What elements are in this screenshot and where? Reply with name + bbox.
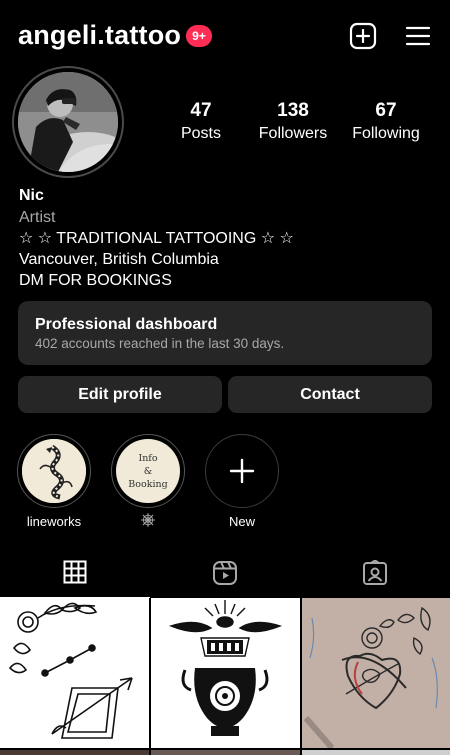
- highlight-cover-info-booking: Info & Booking: [116, 439, 180, 503]
- notification-badge[interactable]: 9+: [186, 25, 212, 47]
- content-tabs: [0, 552, 450, 598]
- tab-grid[interactable]: [0, 552, 150, 598]
- profile-category: Artist: [19, 209, 56, 226]
- posts-grid: [0, 598, 450, 755]
- highlight-ring: Info & Booking: [111, 434, 185, 508]
- followers-label: Followers: [258, 125, 328, 142]
- highlight-lineworks[interactable]: lineworks: [16, 434, 92, 530]
- grid-icon: [63, 560, 87, 589]
- highlight-label: [110, 512, 186, 532]
- posts-stat[interactable]: 47 Posts: [156, 99, 246, 145]
- posts-label: Posts: [180, 125, 221, 142]
- highlight-ring: [17, 434, 91, 508]
- post-thumbnail-row2: [302, 750, 450, 755]
- post-thumbnail-row2: [151, 750, 300, 755]
- avatar-ring[interactable]: [12, 66, 124, 178]
- highlight-info-booking[interactable]: Info & Booking: [110, 434, 186, 530]
- cover-text: Info: [138, 452, 158, 464]
- cover-text: &: [143, 465, 153, 477]
- bio-line: DM FOR BOOKINGS: [19, 272, 172, 289]
- professional-dashboard-card[interactable]: Professional dashboard 402 accounts reac…: [18, 301, 432, 365]
- followers-stat[interactable]: 138 Followers: [248, 99, 338, 145]
- create-post-icon[interactable]: [349, 22, 377, 50]
- post-thumbnail-sagittarius[interactable]: [0, 598, 149, 748]
- tab-tagged[interactable]: [300, 552, 450, 598]
- profile-header: angeli.tattoo 9+: [0, 0, 450, 72]
- following-stat[interactable]: 67 Following: [341, 99, 431, 145]
- reels-icon: [212, 560, 238, 591]
- cover-text: Booking: [128, 478, 168, 490]
- post-thumbnail-urn[interactable]: [151, 598, 300, 748]
- highlight-label: New: [228, 514, 255, 529]
- tagged-icon: [362, 558, 388, 591]
- followers-count: 138: [277, 100, 309, 121]
- edit-profile-button[interactable]: Edit profile: [18, 376, 222, 413]
- highlight-ring: [205, 434, 279, 508]
- spiderweb-icon: [140, 512, 156, 532]
- contact-button[interactable]: Contact: [228, 376, 432, 413]
- profile-bio: Nic Artist ☆ ☆ TRADITIONAL TATTOOING ☆ ☆…: [19, 185, 439, 291]
- post-thumbnail-heart-tattoo[interactable]: [302, 598, 450, 748]
- avatar[interactable]: [18, 72, 118, 172]
- following-label: Following: [352, 125, 420, 142]
- following-count: 67: [375, 100, 397, 121]
- highlight-new[interactable]: New: [204, 434, 280, 530]
- tab-reels[interactable]: [150, 552, 300, 598]
- post-thumbnail-row2: [0, 750, 149, 755]
- bio-line: Vancouver, British Columbia: [19, 251, 219, 268]
- dashboard-title: Professional dashboard: [35, 316, 218, 333]
- hamburger-menu-icon[interactable]: [404, 22, 432, 50]
- highlight-label: lineworks: [26, 514, 82, 529]
- posts-count: 47: [190, 100, 212, 121]
- bio-line: ☆ ☆ TRADITIONAL TATTOOING ☆ ☆: [19, 230, 294, 247]
- username[interactable]: angeli.tattoo: [18, 20, 181, 51]
- highlight-cover-snake: [22, 439, 86, 503]
- dashboard-subtitle: 402 accounts reached in the last 30 days…: [35, 336, 285, 351]
- display-name: Nic: [19, 187, 44, 204]
- plus-icon[interactable]: [210, 439, 274, 503]
